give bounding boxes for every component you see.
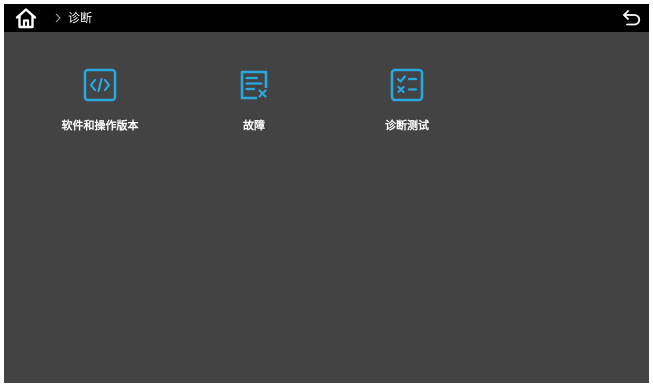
tile-software-version[interactable]: 软件和操作版本: [40, 68, 160, 140]
home-icon: [15, 8, 37, 29]
tile-label: 软件和操作版本: [61, 119, 139, 132]
top-bar: 诊断: [4, 4, 649, 32]
checklist-icon: [390, 68, 424, 102]
breadcrumb-current: 诊断: [68, 11, 93, 25]
tile-diagnostic-tests[interactable]: 诊断测试: [347, 68, 467, 140]
tile-faults[interactable]: 故障: [194, 68, 314, 140]
back-button[interactable]: [621, 7, 643, 29]
tile-label: 诊断测试: [385, 119, 429, 132]
code-icon: [83, 68, 117, 102]
home-button[interactable]: [14, 6, 38, 30]
chevron-right-icon: [55, 13, 61, 23]
fault-list-icon: [240, 70, 268, 100]
tile-label: 故障: [243, 119, 265, 132]
app-window: 诊断 软件和操作版本 故障 诊断测试: [4, 4, 649, 383]
return-icon: [623, 10, 641, 26]
